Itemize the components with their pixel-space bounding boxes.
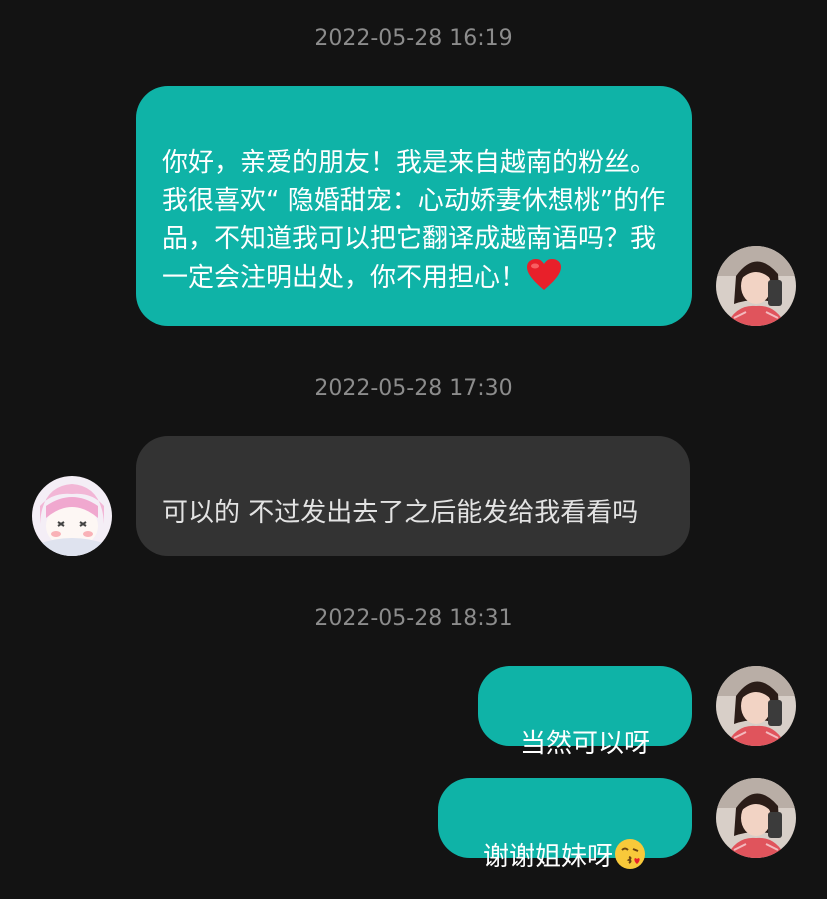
self-avatar[interactable] xyxy=(716,778,796,858)
message-text: 谢谢姐妹呀 xyxy=(482,842,613,872)
message-text: 可以的 不过发出去了之后能发给我看看吗 xyxy=(162,498,639,528)
message-bubble-outgoing[interactable]: 你好，亲爱的朋友！我是来自越南的粉丝。我很喜欢“ 隐婚甜宠：心动娇妻休想桃”的作… xyxy=(136,86,692,326)
self-avatar[interactable] xyxy=(716,246,796,326)
message-text: 你好，亲爱的朋友！我是来自越南的粉丝。我很喜欢“ 隐婚甜宠：心动娇妻休想桃”的作… xyxy=(162,148,666,293)
red-heart-icon xyxy=(526,258,562,303)
chat-window: 2022-05-28 16:19 你好，亲爱的朋友！我是来自越南的粉丝。我很喜欢… xyxy=(0,0,827,899)
contact-avatar[interactable] xyxy=(32,476,112,556)
timestamp: 2022-05-28 18:31 xyxy=(314,606,513,631)
message-bubble-outgoing[interactable]: 谢谢姐妹呀 xyxy=(438,778,692,872)
message-bubble-outgoing[interactable]: 当然可以呀 xyxy=(478,666,692,759)
timestamp: 2022-05-28 17:30 xyxy=(314,376,513,401)
message-text: 当然可以呀 xyxy=(519,729,650,759)
timestamp: 2022-05-28 16:19 xyxy=(314,26,513,51)
self-avatar[interactable] xyxy=(716,666,796,746)
face-blowing-kiss-icon xyxy=(613,837,647,882)
message-bubble-incoming[interactable]: 可以的 不过发出去了之后能发给我看看吗 xyxy=(136,436,690,556)
